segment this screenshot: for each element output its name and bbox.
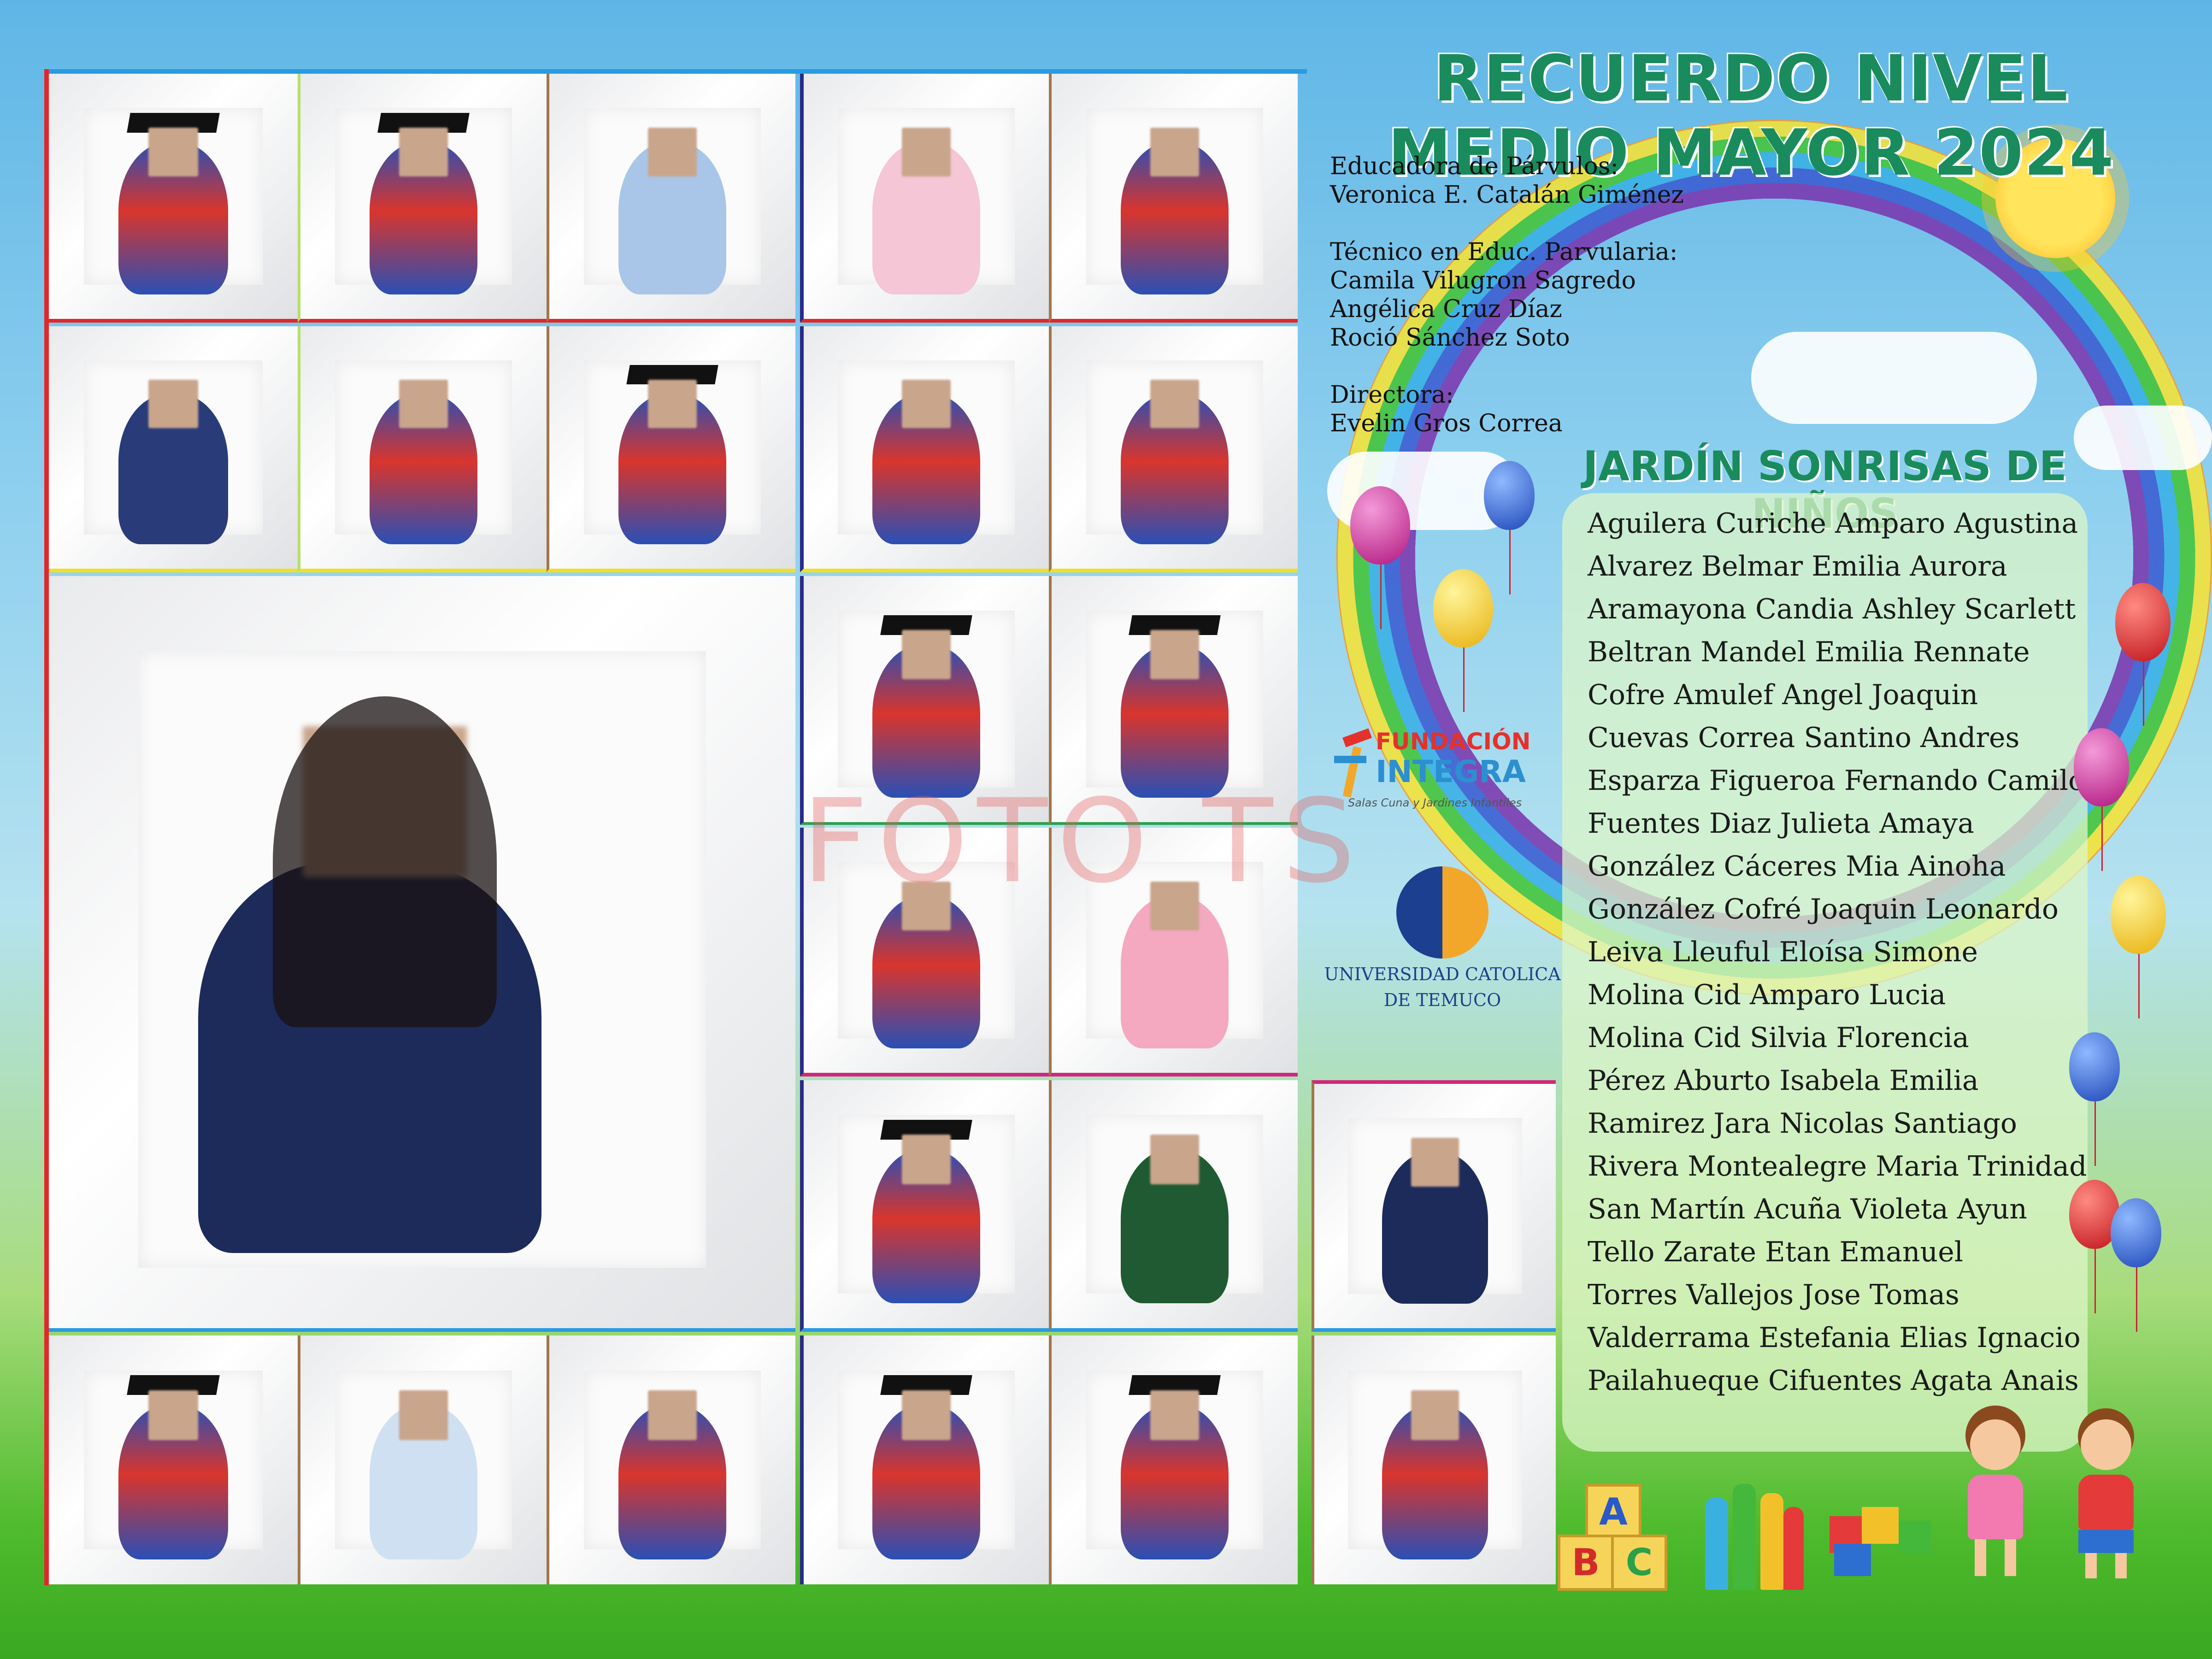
staff-info: Educadora de Párvulos: Veronica E. Catal… [1330,152,1684,438]
photo-student [1312,1335,1556,1584]
student-name: Beltran Mandel Emilia Rennate [1588,636,2030,668]
photo-student [298,326,547,572]
student-name: Valderrama Estefania Elias Ignacio [1588,1322,2081,1354]
photo-student [298,1335,547,1584]
balloon-icon [2115,583,2171,726]
abc-blocks-icon: A B C [1558,1484,1668,1594]
student-name: González Cáceres Mia Ainoha [1588,850,2006,882]
integra-logo: FUNDACIÓN INTEGRA Salas Cuna y Jardines … [1330,719,1551,830]
photo-student [1049,1335,1298,1584]
student-name: Molina Cid Amparo Lucia [1588,979,1946,1011]
uct-emblem-icon [1396,866,1488,959]
directora-name: Evelin Gros Correa [1330,410,1563,437]
student-name: Alvarez Belmar Emilia Aurora [1588,550,2007,582]
photo-student [800,1080,1049,1332]
balloon-icon [2111,1198,2161,1332]
student-name: Rivera Montealegre Maria Trinidad [1588,1150,2087,1182]
tecnico-label: Técnico en Educ. Parvularia: [1330,238,1678,266]
photo-student [49,326,298,572]
puzzle-icon [1830,1507,1936,1576]
student-name: Cofre Amulef Angel Joaquin [1588,679,1978,711]
student-name: Molina Cid Silvia Florencia [1588,1022,1969,1054]
student-name: Aramayona Candia Ashley Scarlett [1588,593,2076,625]
frame-line [44,69,49,1585]
photo-student [547,74,795,323]
frame-line [44,69,1307,74]
uct-line1: UNIVERSIDAD CATOLICA [1324,964,1561,984]
uct-logo: UNIVERSIDAD CATOLICA DE TEMUCO [1323,866,1562,1014]
photo-student [800,74,1049,323]
tecnico-name: Roció Sánchez Soto [1330,324,1570,352]
student-name: Leiva Lleuful Eloísa Simone [1588,936,1978,968]
photo-student [800,1335,1049,1584]
student-name: San Martín Acuña Violeta Ayun [1588,1193,2027,1225]
integra-symbol-icon [1330,728,1372,802]
balloon-icon [2069,1032,2120,1166]
integra-tagline: Salas Cuna y Jardines Infantiles [1348,796,1522,809]
balloon-icon [1433,569,1493,712]
photo-student [49,1335,298,1584]
student-name: Torres Vallejos Jose Tomas [1588,1279,1959,1311]
integra-line1: FUNDACIÓN [1376,728,1531,755]
balloon-icon [2074,728,2129,871]
girl-cartoon-icon [1949,1410,2041,1581]
balloon-icon [1484,461,1535,594]
student-name: Pailahueque Cifuentes Agata Anais [1588,1365,2079,1397]
tecnico-name: Camila Vilugron Sagredo [1330,267,1636,294]
balloon-icon [1350,486,1410,629]
photo-student [298,74,547,323]
educadora-name: Veronica E. Catalán Giménez [1330,181,1684,209]
student-name: Fuentes Diaz Julieta Amaya [1588,807,1974,840]
photo-teacher [49,576,795,1332]
boy-cartoon-icon [2060,1410,2152,1581]
student-name: Aguilera Curiche Amparo Agustina [1588,507,2078,540]
uct-line2: DE TEMUCO [1383,990,1501,1010]
student-name: Esparza Figueroa Fernando Camilo [1588,765,2085,797]
student-name: González Cofré Joaquin Leonardo [1588,893,2059,925]
photo-student [800,326,1049,572]
balloon-icon [2111,876,2166,1018]
photo-student [547,1335,795,1584]
cloud-decoration [1751,332,2037,424]
student-name: Tello Zarate Etan Emanuel [1588,1236,1963,1268]
block-b: B [1558,1535,1614,1591]
student-name: Pérez Aburto Isabela Emilia [1588,1065,1979,1097]
student-name: Ramirez Jara Nicolas Santiago [1588,1107,2017,1140]
photo-student [49,74,298,323]
student-name: Cuevas Correa Santino Andres [1588,722,2020,754]
educadora-label: Educadora de Párvulos: [1330,153,1618,180]
crayons-icon [1705,1479,1806,1590]
teacher-hair [273,696,497,1028]
photo-student [1049,74,1298,323]
integra-line2: INTEGRA [1376,754,1526,789]
directora-label: Directora: [1330,381,1454,409]
student-list: Aguilera Curiche Amparo Agustina Alvarez… [1588,502,2087,1402]
tecnico-name: Angélica Cruz Díaz [1330,295,1562,323]
photo-student [547,326,795,572]
block-a: A [1585,1484,1641,1540]
photo-student [1049,326,1298,572]
photo-staff [1049,1080,1298,1332]
photo-staff [1312,1080,1556,1332]
watermark: FOTO TS [802,774,1365,908]
block-c: C [1611,1535,1667,1591]
